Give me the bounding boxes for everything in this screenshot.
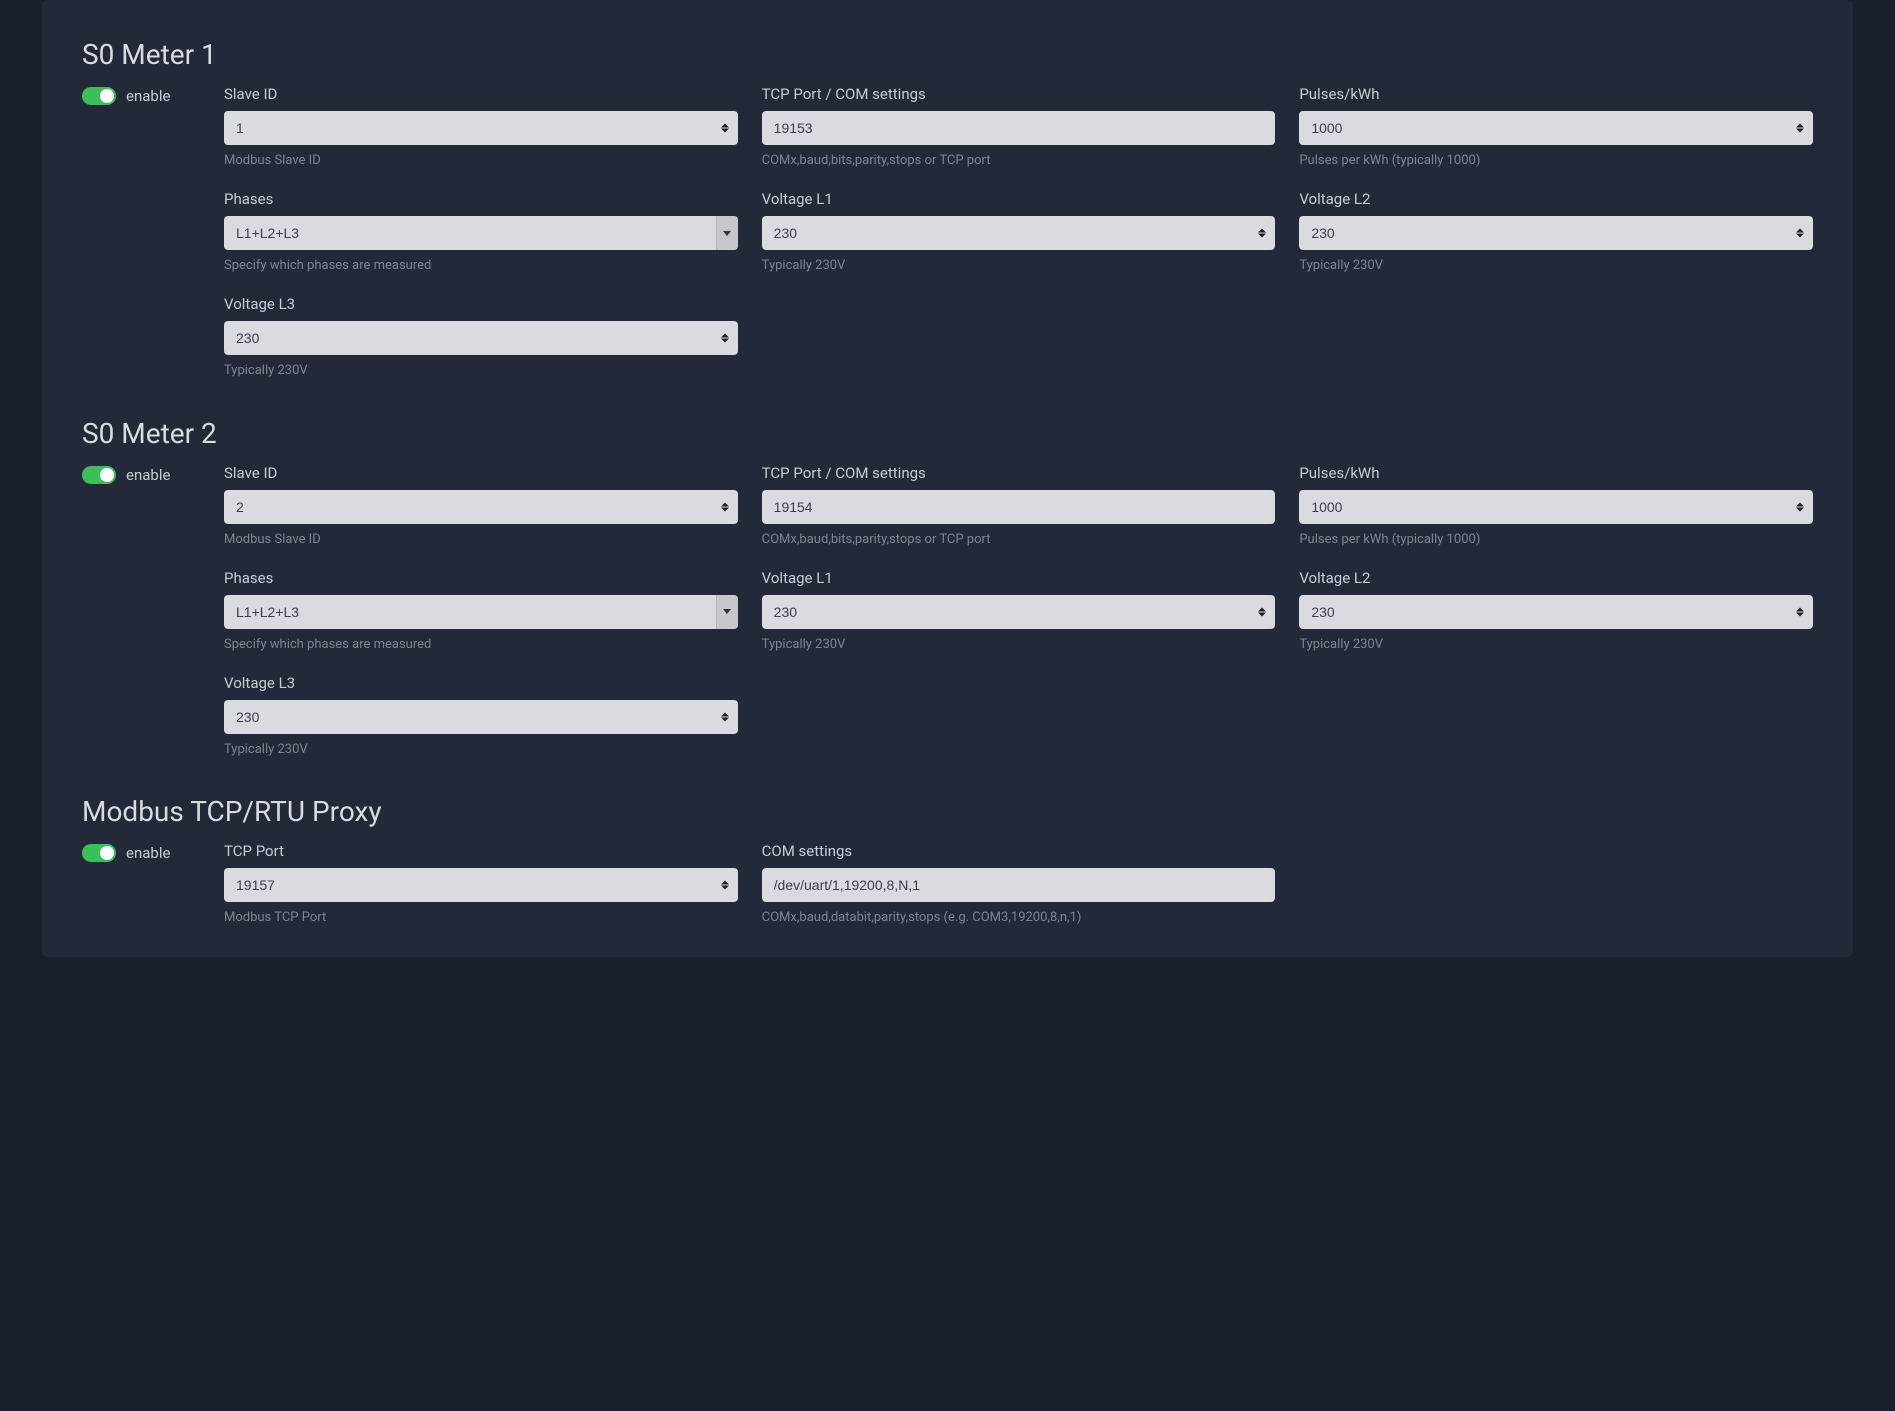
field-hint: Pulses per kWh (typically 1000) bbox=[1299, 531, 1813, 549]
section-title: Modbus TCP/RTU Proxy bbox=[82, 795, 1813, 828]
phases-select[interactable]: L1+L2+L3 bbox=[224, 595, 738, 629]
field-hint: Modbus Slave ID bbox=[224, 531, 738, 549]
field-tcp-port: TCP Port / COM settings COMx,baud,bits,p… bbox=[762, 85, 1276, 170]
field-hint: Typically 230V bbox=[762, 257, 1276, 275]
field-hint: Modbus TCP Port bbox=[224, 909, 738, 927]
field-com-settings: COM settings COMx,baud,databit,parity,st… bbox=[762, 842, 1276, 927]
field-label: Voltage L1 bbox=[762, 569, 1276, 587]
field-voltage-l1: Voltage L1 Typically 230V bbox=[762, 190, 1276, 275]
field-label: Slave ID bbox=[224, 85, 738, 103]
field-hint: Specify which phases are measured bbox=[224, 636, 738, 654]
settings-panel: S0 Meter 1 enable Slave ID Modbus Slave … bbox=[42, 0, 1853, 957]
field-pulses-kwh: Pulses/kWh Pulses per kWh (typically 100… bbox=[1299, 464, 1813, 549]
field-label: TCP Port / COM settings bbox=[762, 85, 1276, 103]
voltage-l3-input[interactable] bbox=[224, 700, 738, 734]
phases-select[interactable]: L1+L2+L3 bbox=[224, 216, 738, 250]
com-settings-input[interactable] bbox=[762, 868, 1276, 902]
field-label: Voltage L1 bbox=[762, 190, 1276, 208]
field-hint: Typically 230V bbox=[224, 741, 738, 759]
field-label: Phases bbox=[224, 190, 738, 208]
tcp-port-input[interactable] bbox=[224, 868, 738, 902]
field-label: TCP Port / COM settings bbox=[762, 464, 1276, 482]
field-hint: Typically 230V bbox=[1299, 636, 1813, 654]
voltage-l1-input[interactable] bbox=[762, 216, 1276, 250]
section-title: S0 Meter 1 bbox=[82, 38, 1813, 71]
field-slave-id: Slave ID Modbus Slave ID bbox=[224, 85, 738, 170]
field-voltage-l2: Voltage L2 Typically 230V bbox=[1299, 569, 1813, 654]
field-pulses-kwh: Pulses/kWh Pulses per kWh (typically 100… bbox=[1299, 85, 1813, 170]
field-hint: Typically 230V bbox=[762, 636, 1276, 654]
field-hint: Pulses per kWh (typically 1000) bbox=[1299, 152, 1813, 170]
slave-id-input[interactable] bbox=[224, 490, 738, 524]
field-hint: COMx,baud,bits,parity,stops or TCP port bbox=[762, 531, 1276, 549]
field-tcp-port: TCP Port Modbus TCP Port bbox=[224, 842, 738, 927]
slave-id-input[interactable] bbox=[224, 111, 738, 145]
section-s0-meter-1: S0 Meter 1 enable Slave ID Modbus Slave … bbox=[82, 38, 1813, 381]
field-slave-id: Slave ID Modbus Slave ID bbox=[224, 464, 738, 549]
section-s0-meter-2: S0 Meter 2 enable Slave ID Modbus Slave … bbox=[82, 417, 1813, 760]
field-label: Voltage L3 bbox=[224, 295, 738, 313]
enable-label: enable bbox=[126, 844, 170, 862]
field-label: Pulses/kWh bbox=[1299, 464, 1813, 482]
field-label: TCP Port bbox=[224, 842, 738, 860]
field-voltage-l2: Voltage L2 Typically 230V bbox=[1299, 190, 1813, 275]
field-label: Voltage L2 bbox=[1299, 190, 1813, 208]
field-phases: Phases L1+L2+L3 Specify which phases are… bbox=[224, 190, 738, 275]
field-label: COM settings bbox=[762, 842, 1276, 860]
field-label: Voltage L2 bbox=[1299, 569, 1813, 587]
pulses-kwh-input[interactable] bbox=[1299, 490, 1813, 524]
field-hint: COMx,baud,databit,parity,stops (e.g. COM… bbox=[762, 909, 1276, 927]
tcp-port-input[interactable] bbox=[762, 111, 1276, 145]
enable-toggle[interactable] bbox=[82, 466, 116, 484]
enable-label: enable bbox=[126, 87, 170, 105]
voltage-l2-input[interactable] bbox=[1299, 595, 1813, 629]
tcp-port-input[interactable] bbox=[762, 490, 1276, 524]
enable-label: enable bbox=[126, 466, 170, 484]
field-tcp-port: TCP Port / COM settings COMx,baud,bits,p… bbox=[762, 464, 1276, 549]
field-label: Phases bbox=[224, 569, 738, 587]
field-label: Slave ID bbox=[224, 464, 738, 482]
field-phases: Phases L1+L2+L3 Specify which phases are… bbox=[224, 569, 738, 654]
pulses-kwh-input[interactable] bbox=[1299, 111, 1813, 145]
field-voltage-l3: Voltage L3 Typically 230V bbox=[224, 295, 738, 380]
field-hint: Typically 230V bbox=[1299, 257, 1813, 275]
voltage-l1-input[interactable] bbox=[762, 595, 1276, 629]
field-hint: Modbus Slave ID bbox=[224, 152, 738, 170]
field-voltage-l1: Voltage L1 Typically 230V bbox=[762, 569, 1276, 654]
field-label: Pulses/kWh bbox=[1299, 85, 1813, 103]
section-modbus-proxy: Modbus TCP/RTU Proxy enable TCP Port Mod… bbox=[82, 795, 1813, 927]
voltage-l2-input[interactable] bbox=[1299, 216, 1813, 250]
enable-toggle[interactable] bbox=[82, 87, 116, 105]
section-title: S0 Meter 2 bbox=[82, 417, 1813, 450]
field-voltage-l3: Voltage L3 Typically 230V bbox=[224, 674, 738, 759]
field-hint: COMx,baud,bits,parity,stops or TCP port bbox=[762, 152, 1276, 170]
field-hint: Specify which phases are measured bbox=[224, 257, 738, 275]
voltage-l3-input[interactable] bbox=[224, 321, 738, 355]
enable-toggle[interactable] bbox=[82, 844, 116, 862]
field-label: Voltage L3 bbox=[224, 674, 738, 692]
field-hint: Typically 230V bbox=[224, 362, 738, 380]
